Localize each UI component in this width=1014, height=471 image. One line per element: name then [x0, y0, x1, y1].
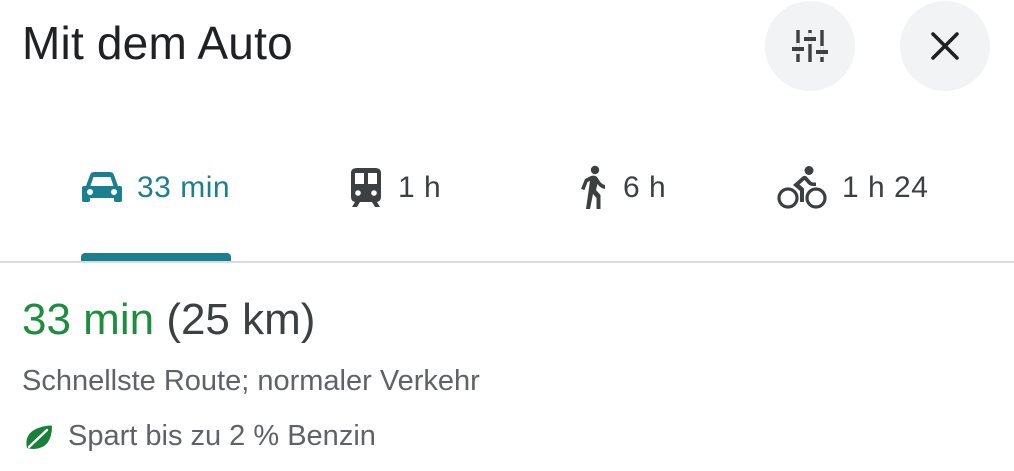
route-summary[interactable]: 33 min (25 km): [22, 295, 315, 345]
route-distance: (25 km): [166, 295, 316, 344]
close-button[interactable]: [900, 1, 990, 91]
route-description: Schnellste Route; normaler Verkehr: [22, 365, 480, 397]
tab-bike[interactable]: 1 h 24: [776, 150, 928, 263]
bike-icon: [776, 165, 828, 211]
route-duration: 33 min: [22, 295, 155, 344]
close-icon: [928, 29, 962, 63]
train-icon: [348, 167, 384, 209]
leaf-icon: [22, 421, 54, 453]
tab-transit-label: 1 h: [398, 171, 442, 204]
tab-walk[interactable]: 6 h: [575, 150, 666, 263]
active-tab-indicator: [81, 253, 231, 261]
tab-transit[interactable]: 1 h: [348, 150, 441, 263]
page-title: Mit dem Auto: [22, 17, 293, 69]
walk-icon: [575, 165, 609, 211]
tab-drive-label: 33 min: [137, 171, 231, 204]
tabs-divider: [0, 261, 1014, 263]
eco-info: Spart bis zu 2 % Benzin: [22, 420, 376, 453]
eco-text: Spart bis zu 2 % Benzin: [68, 420, 376, 452]
route-options-button[interactable]: [765, 1, 855, 91]
tab-drive[interactable]: 33 min: [81, 150, 231, 263]
tab-walk-label: 6 h: [623, 171, 667, 204]
tune-sliders-icon: [790, 26, 830, 66]
tab-bike-label: 1 h 24: [842, 171, 929, 204]
travel-mode-tabs: 33 min 1 h 6 h 1 h 24: [0, 150, 1014, 263]
car-icon: [81, 170, 123, 206]
